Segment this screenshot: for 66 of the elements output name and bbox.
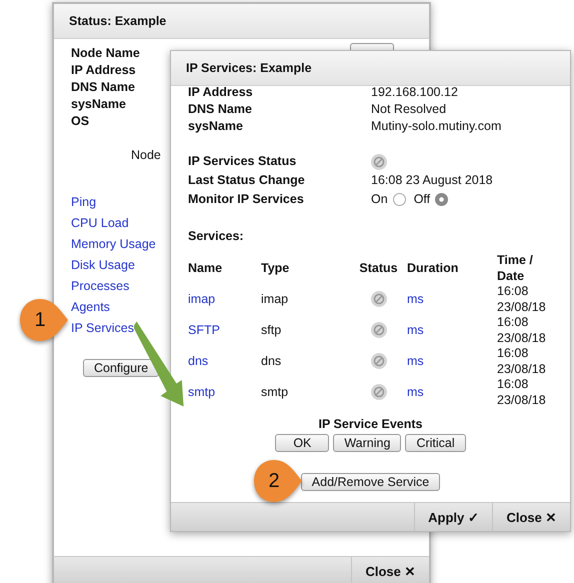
event-button[interactable]: OK — [275, 434, 330, 452]
field-label: Monitor IP Services — [188, 191, 304, 208]
configure-button[interactable]: Configure — [83, 359, 160, 377]
field-value: 16:08 23 August 2018 — [371, 172, 494, 189]
field-label: IP Address — [188, 84, 253, 101]
table-cell-text: 16:08 23/08/18 — [497, 345, 547, 376]
field-label: IP Address — [71, 62, 136, 79]
status-icon — [371, 154, 387, 170]
nav-link[interactable]: Memory Usage — [71, 236, 156, 253]
service-link[interactable]: smtp — [188, 376, 261, 407]
nav-link[interactable]: Processes — [71, 278, 130, 295]
status-icon — [370, 384, 386, 400]
service-link[interactable]: dns — [188, 345, 261, 376]
column-header: Duration — [407, 260, 460, 276]
nav-link[interactable]: Ping — [71, 194, 96, 211]
column-header: Name — [188, 260, 224, 276]
field-label: sysName — [188, 118, 243, 135]
radio-button[interactable] — [435, 193, 448, 206]
service-link[interactable]: imap — [188, 283, 261, 314]
field-label: DNS Name — [188, 101, 252, 118]
section-heading: Services: — [188, 228, 244, 245]
radio-button[interactable] — [392, 193, 406, 206]
field-label: sysName — [71, 96, 126, 113]
column-header: Status — [358, 260, 399, 276]
field-label: Node Name — [71, 45, 140, 62]
status-icon — [370, 290, 386, 306]
add-remove-button[interactable]: Add/Remove Service — [300, 473, 440, 491]
field-label: IP Services Status — [188, 153, 296, 170]
window-title: IP Services: Example — [171, 51, 570, 86]
nav-link[interactable]: Agents — [71, 299, 110, 316]
field-value: 192.168.100.12 — [371, 84, 459, 101]
field-label: OS — [71, 113, 90, 130]
radio-label: Off — [414, 191, 430, 208]
service-link[interactable]: SFTP — [188, 314, 261, 345]
section-label: Node — [131, 148, 161, 162]
table-cell-text: imap — [261, 290, 290, 308]
duration-link[interactable]: ms — [407, 376, 497, 407]
field-value: Mutiny-solo.mutiny.com — [371, 118, 502, 135]
duration-link[interactable]: ms — [407, 283, 497, 314]
event-button[interactable]: Critical — [405, 434, 466, 452]
event-button[interactable]: Warning — [333, 434, 402, 452]
column-header: Time / Date — [497, 252, 534, 283]
table-cell-text: dns — [261, 352, 282, 370]
field-value: Not Resolved — [371, 101, 448, 118]
table-cell-text: 16:08 23/08/18 — [497, 376, 547, 407]
table-cell-text: sftp — [261, 322, 282, 339]
section-heading: IP Service Events — [318, 417, 422, 431]
table-cell-text: smtp — [261, 384, 290, 401]
duration-link[interactable]: ms — [407, 314, 497, 345]
nav-link[interactable]: CPU Load — [71, 215, 129, 232]
status-icon — [370, 352, 386, 368]
footer-button[interactable]: Close ✕ — [492, 503, 570, 531]
table-cell-text: 16:08 23/08/18 — [497, 283, 547, 314]
field-label: Last Status Change — [188, 172, 305, 189]
window-title: Status: Example — [54, 4, 429, 39]
callout-badge: 1 — [18, 297, 70, 343]
nav-link[interactable]: IP Services — [71, 320, 134, 337]
nav-link[interactable]: Disk Usage — [71, 257, 135, 274]
table-cell-text: 16:08 23/08/18 — [497, 314, 547, 345]
footer-button[interactable]: Apply ✓ — [414, 503, 492, 531]
field-label: DNS Name — [71, 79, 135, 96]
callout-badge: 2 — [252, 458, 304, 504]
column-header: Type — [261, 260, 290, 277]
status-icon — [370, 322, 386, 338]
duration-link[interactable]: ms — [407, 345, 497, 376]
radio-label: On — [371, 191, 388, 208]
